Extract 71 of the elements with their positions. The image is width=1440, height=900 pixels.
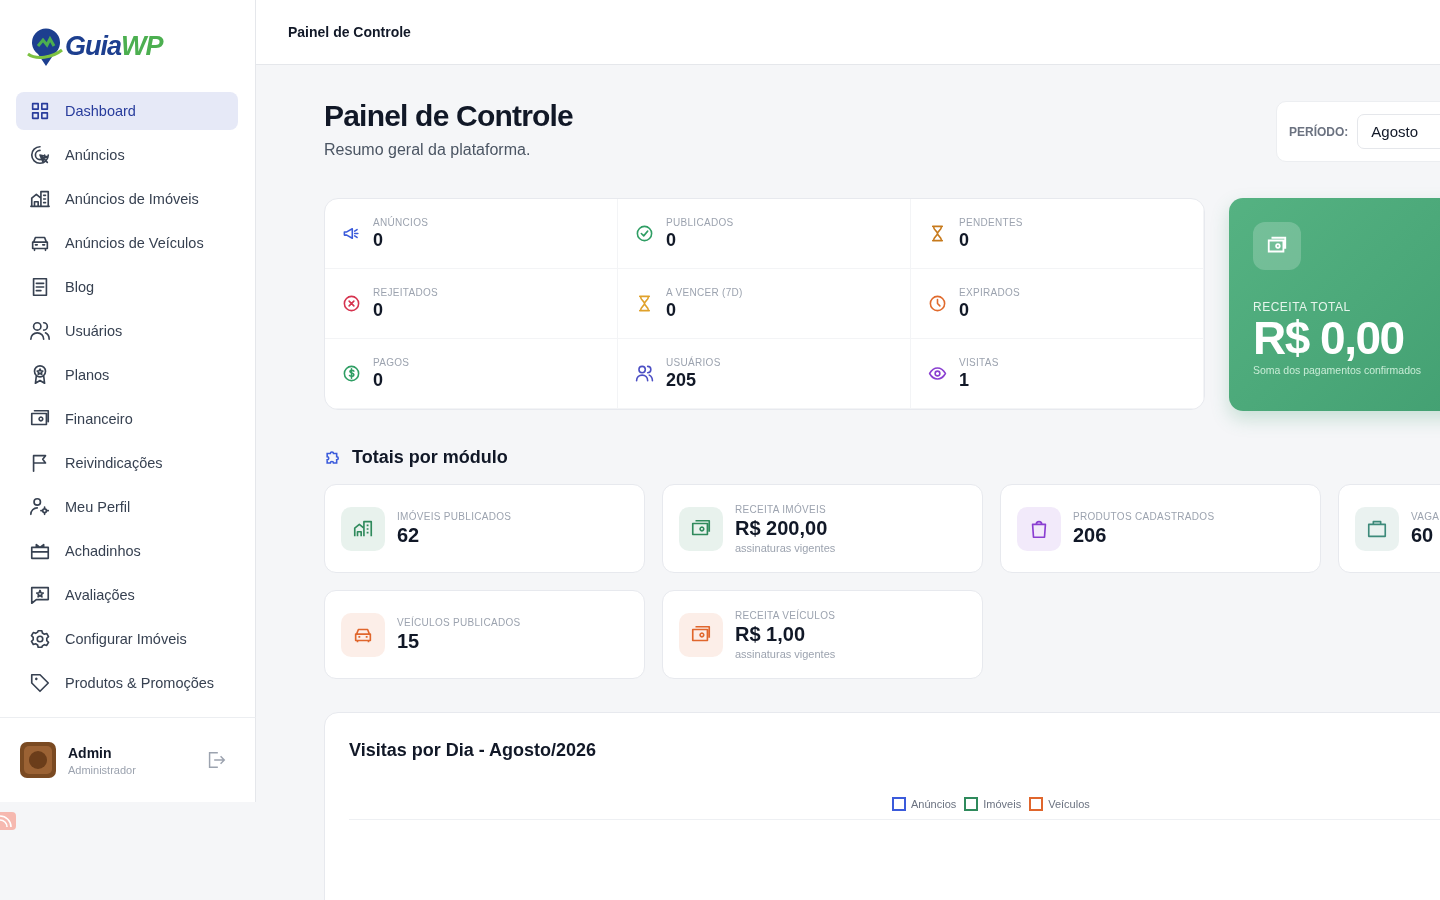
module-label: VEÍCULOS PUBLICADOS: [397, 616, 521, 628]
module-label: RECEITA IMÓVEIS: [735, 503, 827, 515]
stat-label: PENDENTES: [959, 216, 1023, 228]
avatar: [20, 742, 56, 778]
settings-icon: [29, 628, 51, 650]
building-icon: [29, 188, 51, 210]
sidebar-item[interactable]: Achadinhos: [16, 532, 238, 570]
stat-value: 205: [666, 369, 698, 391]
sidebar-item[interactable]: Meu Perfil: [16, 488, 238, 526]
section-title: Totais por módulo: [352, 447, 508, 468]
module-value: R$ 1,00: [735, 622, 807, 646]
page-title: Painel de Controle: [324, 99, 573, 133]
stat-label: PUBLICADOS: [666, 216, 734, 228]
stat-value: 0: [666, 299, 677, 321]
sidebar-item[interactable]: Produtos & Promoções: [16, 664, 238, 702]
stat-value: 0: [373, 229, 384, 251]
module-value: R$ 200,00: [735, 516, 829, 540]
revenue-value: R$ 0,00: [1253, 314, 1405, 363]
stat-value: 0: [373, 369, 384, 391]
period-select[interactable]: Agosto: [1357, 114, 1440, 149]
sidebar-item[interactable]: Usuários: [16, 312, 238, 350]
sidebar-item[interactable]: Blog: [16, 268, 238, 306]
chart-title: Visitas por Dia - Agosto/2026: [349, 740, 598, 761]
stat-label: VISITAS: [959, 356, 999, 368]
sidebar-item[interactable]: Dashboard: [16, 92, 238, 130]
legend-label[interactable]: Anúncios: [911, 798, 957, 810]
stat-label: PAGOS: [373, 356, 410, 368]
module-value: 60: [1411, 523, 1435, 547]
module-value: 206: [1073, 523, 1108, 547]
module-label: PRODUTOS CADASTRADOS: [1073, 510, 1215, 522]
rss-icon[interactable]: [0, 812, 16, 830]
stat-label: A VENCER (7D): [666, 286, 743, 298]
revenue-caption: Soma dos pagamentos confirmados: [1253, 364, 1423, 377]
star-message-icon: [29, 584, 51, 606]
sidebar-item[interactable]: Reivindicações: [16, 444, 238, 482]
sidebar-item[interactable]: Anúncios de Imóveis: [16, 180, 238, 218]
tag-icon: [29, 672, 51, 694]
stat-label: USUÁRIOS: [666, 356, 721, 368]
header-title: Painel de Controle: [288, 24, 411, 40]
stat-value: 0: [959, 299, 970, 321]
logo-text: GuiaWP: [65, 30, 163, 62]
user-name: Admin: [68, 744, 113, 761]
stat-label: REJEITADOS: [373, 286, 439, 298]
module-label: IMÓVEIS PUBLICADOS: [397, 510, 512, 522]
stat-value: 0: [373, 299, 384, 321]
module-note: assinaturas vigentes: [735, 647, 836, 660]
sidebar-item[interactable]: Financeiro: [16, 400, 238, 438]
page-subtitle: Resumo geral da plataforma.: [324, 141, 532, 159]
stat-value: 1: [959, 369, 970, 391]
user-role: Administrador: [68, 763, 137, 776]
legend-label[interactable]: Veículos: [1048, 798, 1090, 810]
legend-label[interactable]: Imóveis: [983, 798, 1022, 810]
module-label: VAGA: [1411, 510, 1440, 522]
stat-value: 0: [959, 229, 970, 251]
dashboard-icon: [29, 100, 51, 122]
sidebar-item[interactable]: Configurar Imóveis: [16, 620, 238, 658]
sidebar-item[interactable]: Anúncios: [16, 136, 238, 174]
user-gear-icon: [29, 496, 51, 518]
module-value: 15: [397, 629, 421, 653]
sidebar-item[interactable]: Anúncios de Veículos: [16, 224, 238, 262]
module-label: RECEITA VEÍCULOS: [735, 609, 836, 621]
revenue-label: RECEITA TOTAL: [1253, 300, 1352, 314]
users-icon: [29, 320, 51, 342]
module-value: 62: [397, 523, 421, 547]
period-label: PERÍODO:: [1289, 124, 1349, 139]
sidebar-item[interactable]: Avaliações: [16, 576, 238, 614]
module-note: assinaturas vigentes: [735, 541, 836, 554]
stat-value: 0: [666, 229, 677, 251]
stat-label: EXPIRADOS: [959, 286, 1021, 298]
sidebar-item[interactable]: Planos: [16, 356, 238, 394]
stat-label: ANÚNCIOS: [373, 216, 429, 228]
